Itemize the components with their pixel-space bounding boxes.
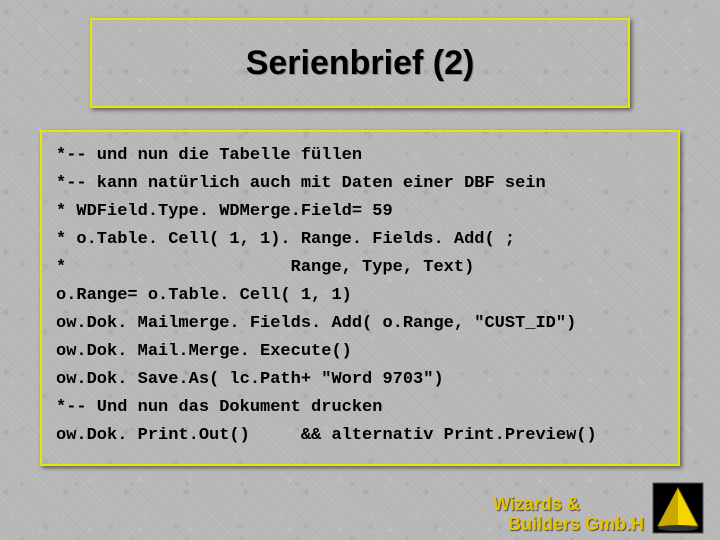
code-line: * WDField.Type. WDMerge.Field= 59 <box>56 198 664 226</box>
footer-line2: Builders Gmb.H <box>508 514 644 534</box>
footer: Wizards & Builders Gmb.H <box>493 482 704 534</box>
code-line: *-- kann natürlich auch mit Daten einer … <box>56 170 664 198</box>
code-line: o.Range= o.Table. Cell( 1, 1) <box>56 282 664 310</box>
pyramid-logo-icon <box>652 482 704 534</box>
code-line: ow.Dok. Mailmerge. Fields. Add( o.Range,… <box>56 310 664 338</box>
code-line: ow.Dok. Print.Out() && alternativ Print.… <box>56 422 664 450</box>
code-line: ow.Dok. Mail.Merge. Execute() <box>56 338 664 366</box>
code-line: * o.Table. Cell( 1, 1). Range. Fields. A… <box>56 226 664 254</box>
title-box: Serienbrief (2) <box>90 18 630 108</box>
slide: Serienbrief (2) *-- und nun die Tabelle … <box>0 0 720 540</box>
code-line: *-- Und nun das Dokument drucken <box>56 394 664 422</box>
code-box: *-- und nun die Tabelle füllen *-- kann … <box>40 130 680 466</box>
slide-title: Serienbrief (2) <box>246 44 475 83</box>
code-line: * Range, Type, Text) <box>56 254 664 282</box>
footer-line1: Wizards & <box>493 494 580 514</box>
footer-text: Wizards & Builders Gmb.H <box>493 494 644 534</box>
code-line: ow.Dok. Save.As( lc.Path+ "Word 9703") <box>56 366 664 394</box>
code-line: *-- und nun die Tabelle füllen <box>56 142 664 170</box>
